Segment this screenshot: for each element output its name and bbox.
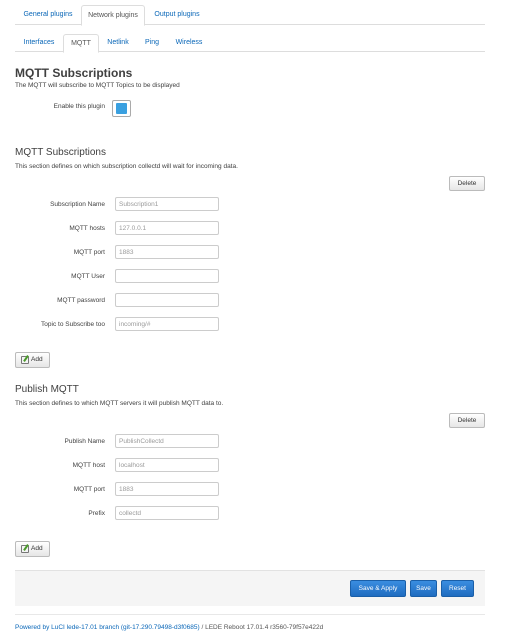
mqtt-port-input[interactable] [115, 245, 219, 259]
tab-interfaces[interactable]: Interfaces [15, 34, 63, 52]
publish-section-description: This section defines to which MQTT serve… [15, 400, 224, 407]
publish-section-title: Publish MQTT [15, 384, 79, 395]
add-publish-button[interactable]: Add [15, 541, 50, 557]
delete-subscription-button[interactable]: Delete [449, 176, 485, 191]
field-label-mqtt-hosts: MQTT hosts [69, 225, 105, 232]
tab-general-plugins[interactable]: General plugins [15, 5, 81, 25]
publish-name-input[interactable] [115, 434, 219, 448]
mqtt-user-input[interactable] [115, 269, 219, 283]
action-bar: Save & Apply Save Reset [15, 570, 485, 606]
topic-subscribe-input[interactable] [115, 317, 219, 331]
field-label-prefix: Prefix [88, 510, 105, 517]
field-label-mqtt-password: MQTT password [57, 297, 105, 304]
footer-divider [15, 614, 485, 615]
field-label-topic: Topic to Subscribe too [41, 321, 105, 328]
checkbox-checked-indicator [116, 103, 127, 114]
tab-netlink[interactable]: Netlink [101, 34, 135, 52]
delete-publish-button[interactable]: Delete [449, 413, 485, 428]
reset-button[interactable]: Reset [441, 580, 474, 597]
tab-ping[interactable]: Ping [137, 34, 167, 52]
mqtt-host-input[interactable] [115, 458, 219, 472]
tab-mqtt[interactable]: MQTT [63, 34, 99, 53]
subscription-name-input[interactable] [115, 197, 219, 211]
top-tab-bar: General plugins Network plugins Output p… [15, 5, 485, 26]
tab-wireless[interactable]: Wireless [169, 34, 209, 52]
footer-version: / LEDE Reboot 17.01.4 r3560-79f57e422d [199, 624, 324, 631]
prefix-input[interactable] [115, 506, 219, 520]
enable-plugin-checkbox[interactable] [112, 100, 131, 117]
add-subscription-button[interactable]: Add [15, 352, 50, 368]
add-icon [21, 356, 29, 364]
luci-link[interactable]: Powered by LuCI lede-17.01 branch (git-1… [15, 624, 200, 631]
add-subscription-label: Add [31, 356, 43, 363]
tab-output-plugins[interactable]: Output plugins [146, 5, 208, 25]
save-apply-button[interactable]: Save & Apply [350, 580, 406, 597]
field-label-mqtt-user: MQTT User [71, 273, 105, 280]
subscriptions-section-title: MQTT Subscriptions [15, 147, 106, 158]
sub-tab-bar: Interfaces MQTT Netlink Ping Wireless [15, 34, 485, 53]
mqtt-hosts-input[interactable] [115, 221, 219, 235]
add-icon [21, 545, 29, 553]
publish-port-input[interactable] [115, 482, 219, 496]
page-description: The MQTT will subscribe to MQTT Topics t… [15, 82, 180, 89]
footer: Powered by LuCI lede-17.01 branch (git-1… [15, 624, 323, 631]
tab-network-plugins[interactable]: Network plugins [81, 5, 145, 26]
mqtt-password-input[interactable] [115, 293, 219, 307]
enable-plugin-label: Enable this plugin [53, 103, 105, 110]
subscriptions-section-description: This section defines on which subscripti… [15, 163, 238, 170]
field-label-mqtt-port: MQTT port [73, 249, 105, 256]
field-label-mqtt-host: MQTT host [72, 462, 105, 469]
field-label-subscription-name: Subscription Name [50, 201, 105, 208]
add-publish-label: Add [31, 545, 43, 552]
page-title: MQTT Subscriptions [15, 66, 133, 80]
field-label-publish-port: MQTT port [73, 486, 105, 493]
save-button[interactable]: Save [410, 580, 437, 597]
field-label-publish-name: Publish Name [64, 438, 105, 445]
